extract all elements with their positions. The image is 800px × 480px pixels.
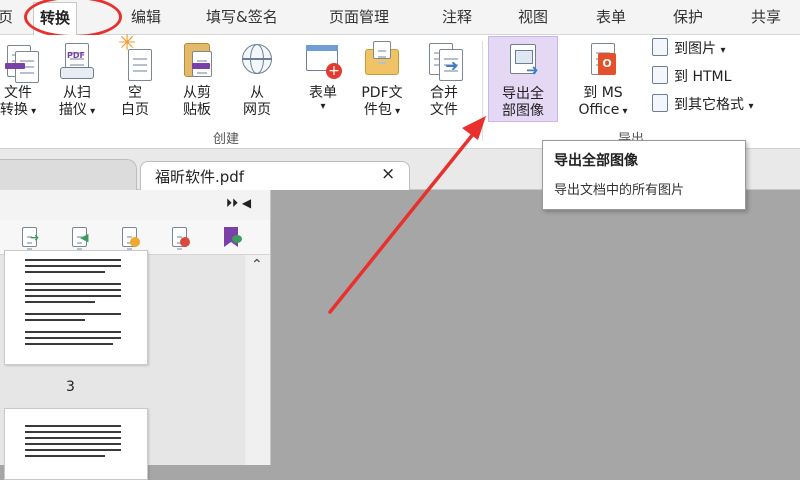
from-clipboard-label: 从剪 贴板 [183, 85, 211, 118]
blank-page-button[interactable]: ✳ 空 白页 [113, 33, 157, 119]
html-icon [652, 66, 668, 84]
file-convert-button[interactable]: 文件 转换 ▾ [0, 39, 44, 120]
close-icon[interactable]: × [381, 164, 395, 184]
form-dropdown-icon: ▾ [320, 101, 326, 112]
panel-collapse-icon[interactable]: ⏵⏵ ◀ [226, 196, 251, 211]
pdf-package-button[interactable]: PDF文 件包 ▾ [354, 39, 410, 120]
merge-files-icon: ➜ [425, 39, 463, 83]
document-tab-title: 福昕软件.pdf [155, 168, 245, 186]
to-ms-office-label: 到 MS Office ▾ [578, 85, 628, 118]
export-images-icon: ➜ [504, 40, 542, 84]
group-label-create: 创建 [213, 132, 240, 147]
menu-bar: 页 转换 编辑 填写&签名 页面管理 注释 视图 表单 保护 共享 [0, 0, 800, 35]
panel-header: ⏵⏵ ◀ [0, 190, 270, 220]
menu-tab-annotate[interactable]: 注释 [442, 6, 472, 28]
document-tab[interactable]: 福昕软件.pdf × [140, 161, 410, 190]
menu-tab-fill-sign[interactable]: 填写&签名 [206, 6, 278, 28]
page-number-label: 3 [66, 379, 75, 395]
menu-tab-share[interactable]: 共享 [751, 6, 781, 28]
pdf-package-label: PDF文 件包 ▾ [361, 85, 403, 118]
start-tab[interactable] [0, 159, 137, 190]
from-webpage-button[interactable]: 从 网页 [233, 39, 281, 119]
merge-files-button[interactable]: ➜ 合并 文件 [420, 39, 468, 119]
dropdown-icon: ▾ [391, 106, 401, 117]
extract-page-icon[interactable]: ➜ [20, 227, 40, 247]
clipboard-icon [178, 39, 216, 83]
from-scanner-label: 从扫 描仪 ▾ [58, 85, 96, 118]
tooltip: 导出全部图像 导出文档中的所有图片 [542, 140, 746, 210]
blank-page-icon: ✳ [116, 33, 154, 83]
scroll-up-icon[interactable]: ⌃ [251, 257, 263, 273]
to-other-format-dropdown-icon: ▾ [748, 101, 754, 112]
file-convert-label: 文件 转换 ▾ [0, 85, 37, 118]
other-format-icon [652, 94, 668, 112]
form-icon: + [304, 39, 342, 83]
form-button[interactable]: + 表单 ▾ [298, 39, 348, 112]
to-image-dropdown-icon: ▾ [720, 45, 726, 56]
page-label-icon[interactable] [222, 227, 242, 247]
thumbnail-scrollbar[interactable]: ⌃ [246, 255, 270, 465]
merge-files-label: 合并 文件 [430, 85, 458, 118]
globe-icon [238, 39, 276, 83]
insert-page-icon[interactable]: ◀ [70, 227, 90, 247]
form-label: 表单 [309, 85, 337, 101]
delete-page-icon[interactable] [170, 227, 190, 247]
from-webpage-label: 从 网页 [243, 85, 271, 118]
scanner-icon: PDF [58, 39, 96, 83]
pdf-package-icon [363, 39, 401, 83]
from-clipboard-button[interactable]: 从剪 贴板 [173, 39, 221, 119]
to-other-format-button[interactable]: 到其它格式 ▾ [652, 94, 753, 116]
blank-page-label: 空 白页 [121, 85, 149, 118]
to-ms-office-button[interactable]: O 到 MS Office ▾ [570, 39, 636, 120]
menu-tab-page-manage[interactable]: 页面管理 [329, 6, 389, 28]
tooltip-description: 导出文档中的所有图片 [554, 183, 685, 198]
menu-tab-form[interactable]: 表单 [596, 6, 626, 28]
menu-tab-protect[interactable]: 保护 [673, 6, 703, 28]
menu-tab-page[interactable]: 页 [0, 6, 13, 28]
office-icon: O [584, 39, 622, 83]
image-icon [652, 38, 668, 56]
export-all-images-label: 导出全 部图像 [502, 86, 544, 119]
export-all-images-button[interactable]: ➜ 导出全 部图像 [488, 36, 558, 122]
ribbon-toolbar: 文件 转换 ▾ PDF 从扫 描仪 ▾ ✳ 空 白页 从剪 贴板 从 网页 + … [0, 33, 800, 149]
dropdown-icon: ▾ [27, 106, 37, 117]
from-scanner-button[interactable]: PDF 从扫 描仪 ▾ [50, 39, 104, 120]
menu-tab-edit[interactable]: 编辑 [131, 6, 161, 28]
file-convert-icon [0, 39, 39, 83]
menu-tab-convert[interactable]: 转换 [33, 2, 78, 35]
page-thumbnail-4[interactable] [4, 408, 148, 480]
menu-tab-view[interactable]: 视图 [518, 6, 548, 28]
thumbnail-list[interactable]: 3 [0, 250, 245, 480]
tooltip-title: 导出全部图像 [554, 153, 638, 169]
dropdown-icon: ▾ [86, 106, 96, 117]
dropdown-icon: ▾ [619, 106, 628, 117]
to-image-button[interactable]: 到图片 ▾ [652, 38, 725, 60]
page-thumbnail-3[interactable] [4, 250, 148, 365]
to-html-button[interactable]: 到 HTML [652, 66, 731, 88]
ribbon-separator [482, 41, 483, 141]
add-page-icon[interactable] [120, 227, 140, 247]
thumbnail-panel: ⏵⏵ ◀ ➜ ◀ 3 ⌃ [0, 190, 271, 480]
